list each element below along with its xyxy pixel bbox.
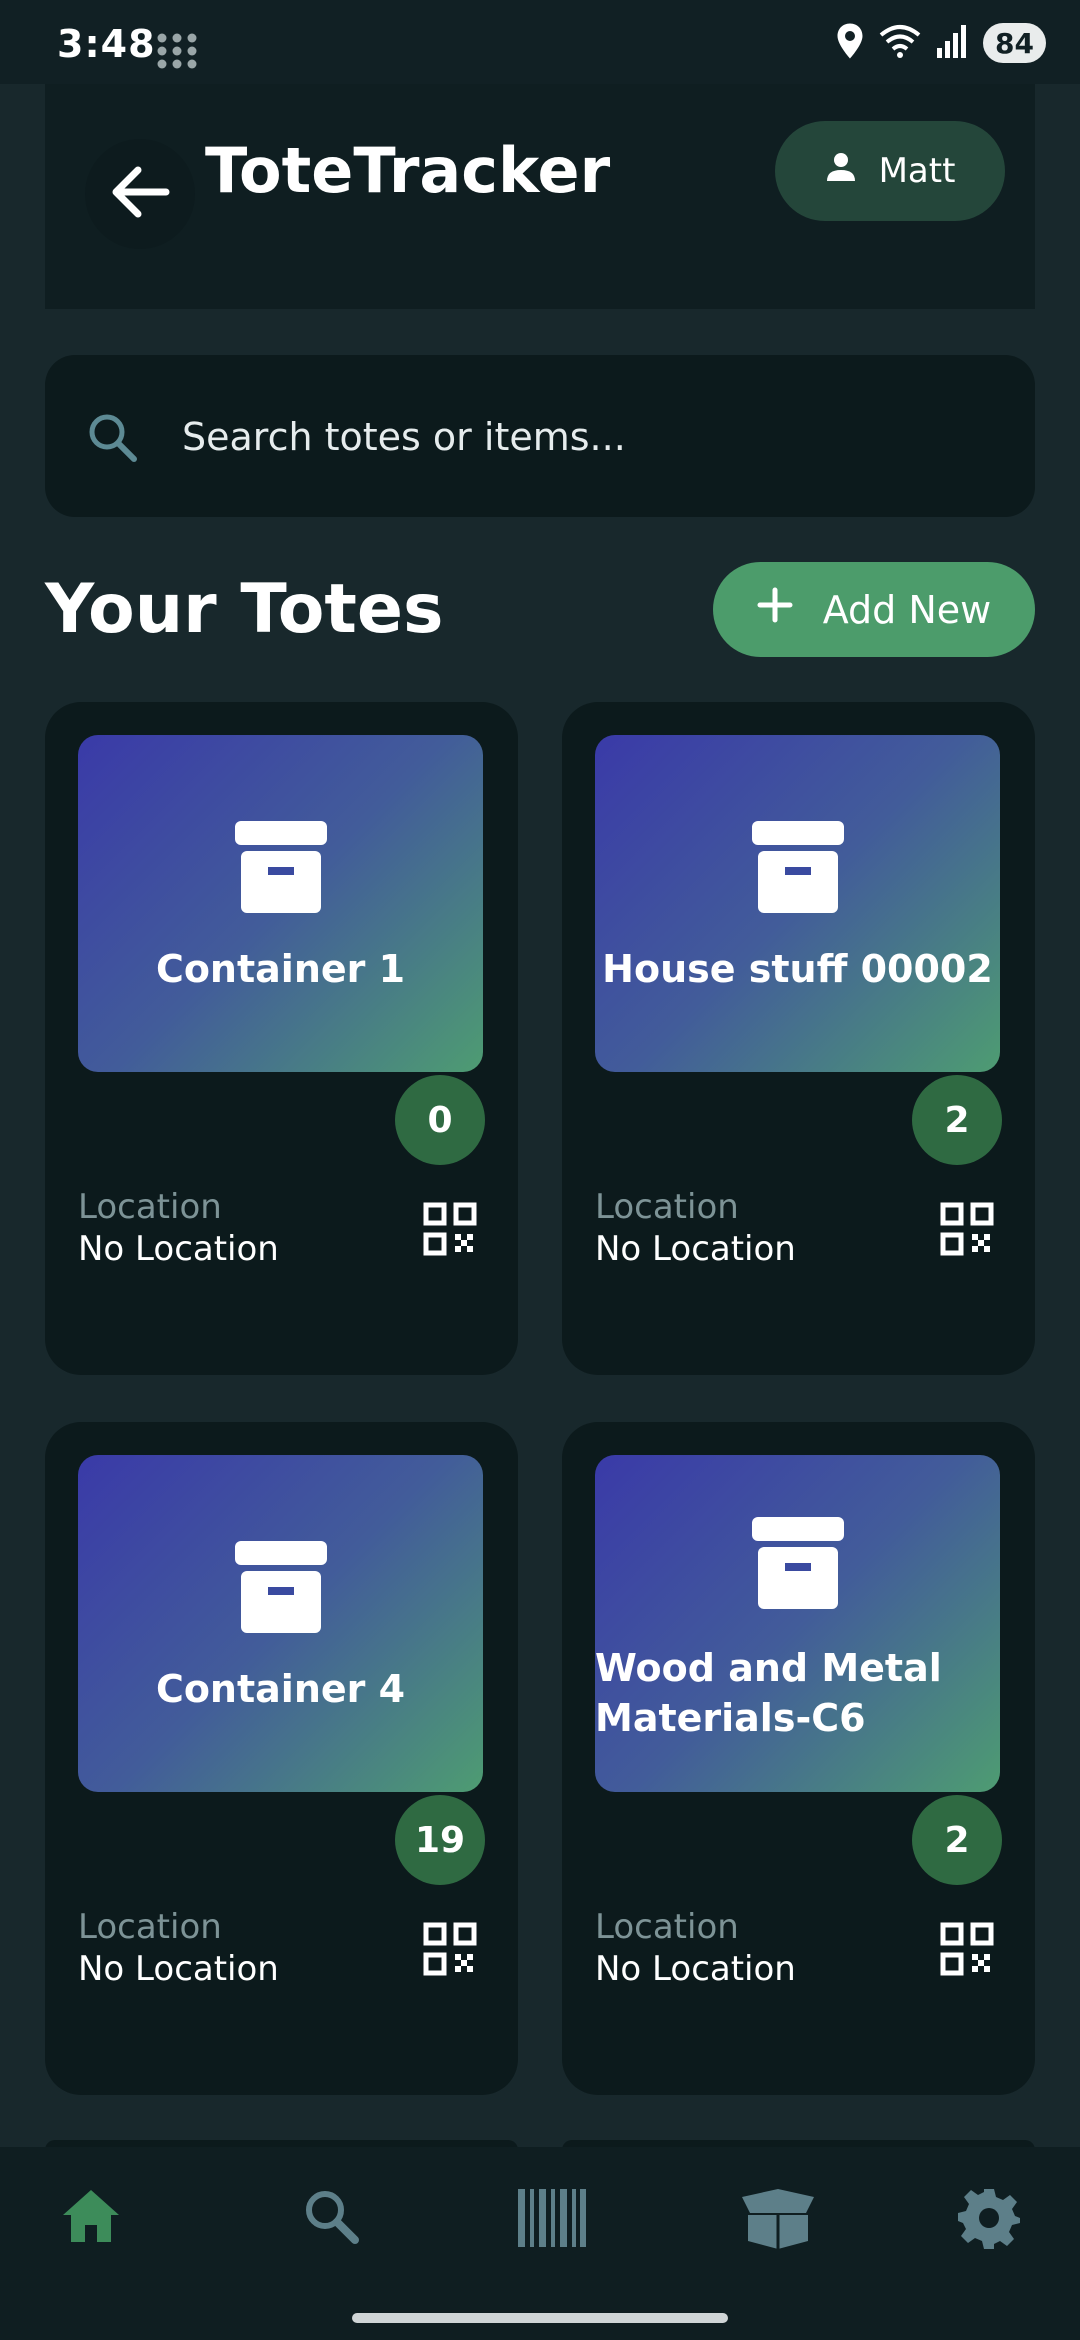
tote-name: Container 1 xyxy=(155,947,406,991)
barcode-icon[interactable] xyxy=(516,2187,588,2253)
tote-name: Container 4 xyxy=(155,1667,406,1711)
item-count-badge: 2 xyxy=(912,1795,1002,1885)
search-icon[interactable] xyxy=(302,2187,360,2249)
user-name: Matt xyxy=(878,151,956,191)
search-bar[interactable] xyxy=(45,355,1035,519)
location-value: No Location xyxy=(595,1949,796,1989)
person-icon xyxy=(825,151,857,192)
add-new-button[interactable]: Add New xyxy=(713,562,1035,657)
arrow-left-icon xyxy=(110,164,170,224)
home-indicator[interactable] xyxy=(352,2313,728,2323)
archive-box-icon xyxy=(233,1539,329,1639)
signal-icon xyxy=(935,24,969,62)
search-input[interactable] xyxy=(180,355,1004,519)
status-time: 3:48 xyxy=(57,22,156,66)
location-label: Location xyxy=(78,1907,222,1947)
tote-card[interactable]: Container 1 0 Location No Location xyxy=(45,702,518,1375)
tote-card[interactable]: House stuff 00002 2 Location No Location xyxy=(562,702,1035,1375)
location-value: No Location xyxy=(78,1229,279,1269)
app-title: ToteTracker xyxy=(205,134,611,207)
location-label: Location xyxy=(78,1187,222,1227)
home-icon[interactable] xyxy=(60,2187,122,2249)
item-count-badge: 0 xyxy=(395,1075,485,1165)
tote-name: House stuff 00002 xyxy=(602,947,993,991)
tote-thumbnail: Wood and Metal Materials-C6 xyxy=(595,1455,1000,1792)
tote-thumbnail: Container 4 xyxy=(78,1455,483,1792)
qr-code-icon[interactable] xyxy=(423,1202,477,1260)
back-button[interactable] xyxy=(85,139,195,249)
app-grid-icon xyxy=(156,32,198,74)
item-count-badge: 2 xyxy=(912,1075,1002,1165)
location-label: Location xyxy=(595,1907,739,1947)
battery-indicator: 84 xyxy=(983,23,1046,63)
status-bar: 3:48 84 xyxy=(0,0,1080,84)
location-value: No Location xyxy=(78,1949,279,1989)
app-header: ToteTracker Matt xyxy=(45,84,1035,309)
search-icon xyxy=(85,410,139,468)
location-value: No Location xyxy=(595,1229,796,1269)
location-label: Location xyxy=(595,1187,739,1227)
bottom-navigation xyxy=(0,2147,1080,2297)
tote-thumbnail: Container 1 xyxy=(78,735,483,1072)
archive-box-icon xyxy=(750,819,846,919)
qr-code-icon[interactable] xyxy=(423,1922,477,1980)
section-title: Your Totes xyxy=(45,570,444,649)
plus-icon xyxy=(757,587,793,632)
wifi-icon xyxy=(879,23,921,63)
qr-code-icon[interactable] xyxy=(940,1922,994,1980)
tote-name: Wood and Metal Materials-C6 xyxy=(595,1646,942,1740)
gear-icon[interactable] xyxy=(958,2187,1020,2253)
tote-card[interactable]: Wood and Metal Materials-C6 2 Location N… xyxy=(562,1422,1035,2095)
qr-code-icon[interactable] xyxy=(940,1202,994,1260)
user-profile-button[interactable]: Matt xyxy=(775,121,1005,221)
open-box-icon[interactable] xyxy=(736,2187,820,2255)
gesture-bar xyxy=(0,2297,1080,2340)
tote-thumbnail: House stuff 00002 xyxy=(595,735,1000,1072)
archive-box-icon xyxy=(233,819,329,919)
item-count-badge: 19 xyxy=(395,1795,485,1885)
location-pin-icon xyxy=(835,22,865,64)
tote-card[interactable]: Container 4 19 Location No Location xyxy=(45,1422,518,2095)
add-new-label: Add New xyxy=(822,587,992,632)
archive-box-icon xyxy=(750,1515,846,1615)
